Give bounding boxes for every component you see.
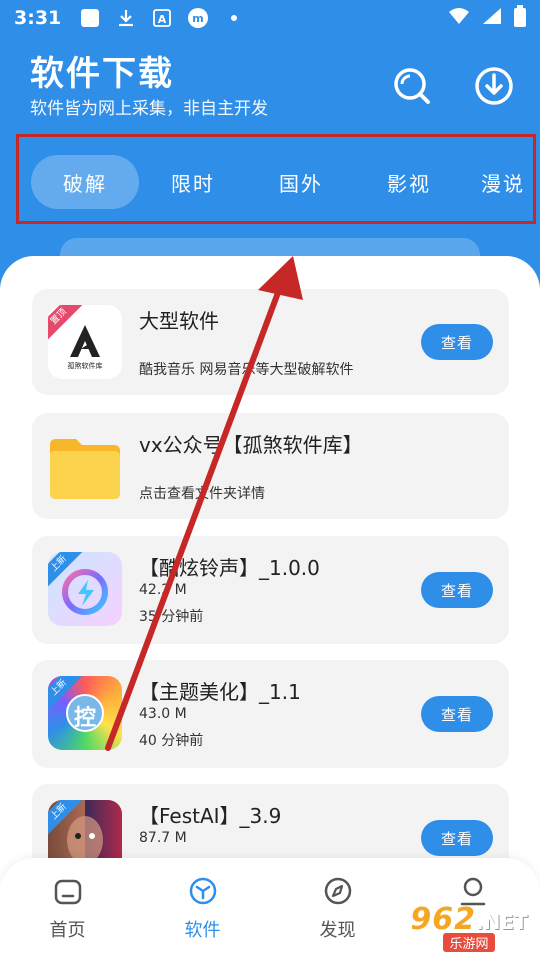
list-item[interactable]: 孤煞软件库 置顶 大型软件 酷我音乐 网易音乐等大型破解软件 查看: [32, 289, 509, 395]
search-button[interactable]: [392, 66, 432, 106]
download-icon: [115, 7, 137, 29]
app-icon: 控 上新: [48, 676, 122, 750]
m-app-icon: m: [187, 7, 209, 29]
dot-icon: [223, 7, 245, 29]
app-icon: 上新: [48, 552, 122, 626]
tab-video[interactable]: 影视: [355, 155, 463, 209]
tab-limited[interactable]: 限时: [139, 155, 247, 209]
watermark-number: 962: [410, 902, 476, 937]
nav-home-label: 首页: [49, 920, 86, 941]
cube-icon: [188, 876, 218, 906]
signal-icon: [482, 7, 502, 30]
app-time: 35 分钟前: [139, 609, 204, 625]
list-item[interactable]: 上新 【酷炫铃声】_1.0.0 42.2 M 35 分钟前 查看: [32, 536, 509, 644]
app-title: 【酷炫铃声】_1.0.0: [139, 556, 320, 580]
download-manager-button[interactable]: [474, 66, 514, 106]
watermark-suffix: .NET: [475, 910, 528, 934]
svg-text:A: A: [158, 13, 167, 26]
view-button[interactable]: 查看: [421, 696, 493, 732]
tab-comics[interactable]: 漫说: [463, 155, 533, 209]
home-icon: [53, 876, 83, 906]
app-title: 大型软件: [139, 309, 219, 333]
app-size: 43.0 M: [139, 706, 187, 722]
folder-title: vx公众号【孤煞软件库】: [139, 433, 363, 457]
status-time: 3:31: [14, 7, 62, 29]
app-size: 87.7 M: [139, 830, 187, 846]
gallery-icon: [79, 7, 101, 29]
view-button[interactable]: 查看: [421, 572, 493, 608]
nav-discover[interactable]: 发现: [270, 858, 405, 960]
app-list: 孤煞软件库 置顶 大型软件 酷我音乐 网易音乐等大型破解软件 查看 vx公众号【…: [0, 256, 540, 960]
svg-text:m: m: [193, 12, 204, 25]
header: 软件下载 软件皆为网上采集，非自主开发: [30, 52, 520, 132]
app-icon: 孤煞软件库 置顶: [48, 305, 122, 379]
app-icon-glyph: 控: [73, 706, 96, 731]
status-bar: 3:31 A m: [0, 0, 540, 36]
folder-description: 点击查看文件夹详情: [139, 486, 265, 502]
wifi-icon: [448, 7, 470, 30]
tab-foreign[interactable]: 国外: [247, 155, 355, 209]
view-button[interactable]: 查看: [421, 324, 493, 360]
download-icon: [475, 67, 513, 105]
tab-crack[interactable]: 破解: [31, 155, 139, 209]
app-time: 40 分钟前: [139, 733, 204, 749]
list-item[interactable]: 控 上新 【主题美化】_1.1 43.0 M 40 分钟前 查看: [32, 660, 509, 768]
view-button[interactable]: 查看: [421, 820, 493, 856]
nav-home[interactable]: 首页: [0, 858, 135, 960]
nav-software-label: 软件: [184, 920, 221, 941]
nav-software[interactable]: 软件: [135, 858, 270, 960]
category-tabs: 破解 限时 国外 影视 漫说: [16, 134, 536, 224]
watermark-sub: 乐游网: [443, 933, 495, 952]
app-icon-caption: 孤煞软件库: [67, 362, 103, 370]
folder-icon: [48, 429, 122, 503]
font-app-icon: A: [151, 7, 173, 29]
app-title: 【FestAI】_3.9: [139, 804, 282, 828]
site-watermark: 962.NET 乐游网: [404, 898, 534, 956]
nav-discover-label: 发现: [319, 920, 356, 941]
battery-icon: [514, 4, 526, 32]
app-size: 42.2 M: [139, 582, 187, 598]
search-icon: [394, 68, 430, 104]
compass-icon: [323, 876, 353, 906]
app-description: 酷我音乐 网易音乐等大型破解软件: [139, 362, 354, 378]
list-item[interactable]: vx公众号【孤煞软件库】 点击查看文件夹详情: [32, 413, 509, 519]
app-title: 【主题美化】_1.1: [139, 680, 301, 704]
